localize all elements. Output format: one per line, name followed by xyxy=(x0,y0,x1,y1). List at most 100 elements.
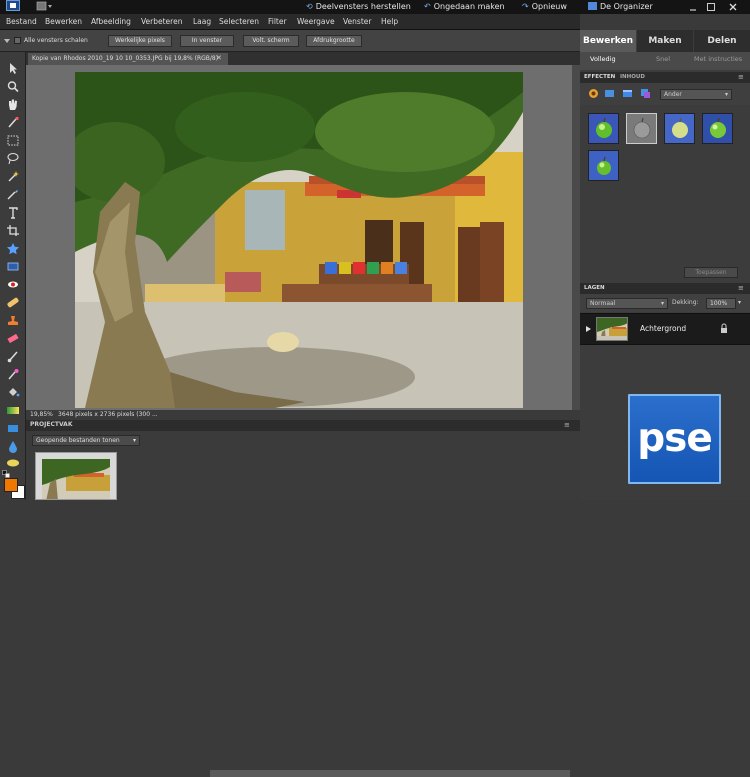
menu-help[interactable]: Help xyxy=(381,17,398,26)
layout-menu-icon[interactable] xyxy=(36,1,54,12)
smart-brush-tool-icon[interactable] xyxy=(6,368,20,381)
reset-panels-button[interactable]: ⟲ Deelvensters herstellen xyxy=(306,2,411,11)
chevron-down-icon: ▾ xyxy=(724,91,728,98)
straighten-tool-icon[interactable] xyxy=(6,260,20,273)
editor-logo-icon xyxy=(6,0,20,11)
foreground-color-swatch[interactable] xyxy=(4,478,18,492)
project-bin-header: PROJECTVAK ≡ xyxy=(26,420,580,431)
sponge-tool-icon[interactable] xyxy=(6,456,20,469)
layers-panel-header: LAGEN ≡ xyxy=(580,283,750,294)
menu-selecteren[interactable]: Selecteren xyxy=(219,17,259,26)
selection-brush-tool-icon[interactable] xyxy=(6,188,20,201)
menu-bar: Bestand Bewerken Afbeelding Verbeteren L… xyxy=(0,14,580,30)
project-bin-thumbnail[interactable] xyxy=(35,452,117,500)
healing-brush-tool-icon[interactable] xyxy=(6,296,20,309)
photo-effects-category-icon[interactable] xyxy=(622,88,633,99)
layers-toolbar: Normaal ▾ Dekking: 100% ▾ xyxy=(580,294,750,312)
eraser-tool-icon[interactable] xyxy=(6,332,20,345)
content-tab[interactable]: INHOUD xyxy=(620,74,645,80)
cookie-cutter-tool-icon[interactable] xyxy=(6,242,20,255)
clone-stamp-tool-icon[interactable] xyxy=(6,314,20,327)
top-bar: ⟲ Deelvensters herstellen ↶ Ongedaan maken… xyxy=(0,0,750,14)
photo-canvas[interactable] xyxy=(75,72,523,408)
organizer-button[interactable]: De Organizer xyxy=(588,2,653,11)
layer-row[interactable]: Achtergrond xyxy=(580,313,750,345)
effect-thumbnail[interactable] xyxy=(664,113,695,144)
minimize-button[interactable] xyxy=(688,2,698,12)
undo-button[interactable]: ↶ Ongedaan maken xyxy=(424,2,505,11)
reset-icon: ⟲ xyxy=(306,2,313,11)
marquee-tool-icon[interactable] xyxy=(6,134,20,147)
actual-pixels-button[interactable]: Werkelijke pixels xyxy=(108,35,172,47)
magic-wand-tool-icon[interactable] xyxy=(6,170,20,183)
paint-bucket-tool-icon[interactable] xyxy=(6,386,20,399)
effect-thumbnail[interactable] xyxy=(626,113,657,144)
move-tool-icon[interactable] xyxy=(6,62,20,75)
menu-laag[interactable]: Laag xyxy=(193,17,211,26)
menu-afbeelding[interactable]: Afbeelding xyxy=(91,17,131,26)
type-tool-icon[interactable] xyxy=(6,206,20,219)
zoom-tool-icon[interactable] xyxy=(6,80,20,93)
hand-tool-icon[interactable] xyxy=(6,98,20,111)
effect-thumbnail[interactable] xyxy=(702,113,733,144)
swatch-reset-icon[interactable] xyxy=(2,470,10,478)
tab-delen[interactable]: Delen xyxy=(694,30,750,52)
photoshop-elements-logo: pse xyxy=(628,394,721,484)
brush-tool-icon[interactable] xyxy=(6,350,20,363)
show-files-dropdown[interactable]: Geopende bestanden tonen ▾ xyxy=(32,435,140,446)
close-button[interactable] xyxy=(728,2,738,12)
fill-screen-button[interactable]: Volt. scherm xyxy=(243,35,299,47)
canvas-horizontal-scrollbar[interactable] xyxy=(210,770,570,777)
menu-verbeteren[interactable]: Verbeteren xyxy=(141,17,182,26)
subtab-snel[interactable]: Snel xyxy=(656,55,670,63)
menu-weergave[interactable]: Weergave xyxy=(297,17,335,26)
redo-button[interactable]: ↷ Opnieuw xyxy=(522,2,567,11)
canvas-vertical-scrollbar[interactable] xyxy=(572,65,580,410)
project-bin-menu-icon[interactable]: ≡ xyxy=(564,421,570,429)
shape-tool-icon[interactable] xyxy=(6,422,20,435)
tab-bewerken[interactable]: Bewerken xyxy=(580,30,636,52)
layer-visibility-icon[interactable] xyxy=(584,324,592,334)
blur-tool-icon[interactable] xyxy=(6,440,20,453)
blend-mode-dropdown[interactable]: Normaal ▾ xyxy=(586,298,668,309)
undo-icon: ↶ xyxy=(424,2,431,11)
menu-filter[interactable]: Filter xyxy=(268,17,287,26)
layers-panel-menu-icon[interactable]: ≡ xyxy=(738,284,744,292)
all-windows-checkbox[interactable] xyxy=(14,37,21,44)
eyedropper-tool-icon[interactable] xyxy=(6,116,20,129)
organizer-icon xyxy=(588,2,597,10)
effects-tab[interactable]: EFFECTEN xyxy=(584,74,615,80)
effects-panel-menu-icon[interactable]: ≡ xyxy=(738,73,744,81)
apply-effect-button[interactable]: Toepassen xyxy=(684,267,738,278)
subtab-volledig[interactable]: Volledig xyxy=(590,55,616,63)
chevron-down-icon[interactable]: ▾ xyxy=(738,299,741,306)
menu-venster[interactable]: Venster xyxy=(343,17,371,26)
maximize-button[interactable] xyxy=(706,2,716,12)
opacity-label: Dekking: xyxy=(672,299,699,306)
zoom-tool-options-icon[interactable] xyxy=(3,37,11,45)
opacity-field[interactable]: 100% xyxy=(706,298,736,309)
document-tab[interactable]: Kopie van Rhodos 2010_19 10 10_0353.JPG … xyxy=(28,53,228,65)
tab-maken[interactable]: Maken xyxy=(637,30,693,52)
all-effects-category-icon[interactable] xyxy=(640,88,651,99)
chevron-down-icon: ▾ xyxy=(132,437,136,444)
crop-tool-icon[interactable] xyxy=(6,224,20,237)
tool-options-bar: Alle vensters schalen Werkelijke pixels … xyxy=(0,30,580,52)
menu-bewerken[interactable]: Bewerken xyxy=(45,17,82,26)
close-tab-icon[interactable]: ✕ xyxy=(216,53,222,64)
gradient-tool-icon[interactable] xyxy=(6,404,20,417)
effects-category-bar: Ander ▾ xyxy=(580,83,750,105)
layer-styles-category-icon[interactable] xyxy=(604,88,615,99)
effect-thumbnail[interactable] xyxy=(588,113,619,144)
effects-filter-dropdown[interactable]: Ander ▾ xyxy=(660,89,732,100)
subtab-met-instructies[interactable]: Met instructies xyxy=(694,55,742,63)
filters-category-icon[interactable] xyxy=(588,88,599,99)
project-bin-title: PROJECTVAK xyxy=(30,421,73,428)
effect-thumbnail[interactable] xyxy=(588,150,619,181)
zoom-level: 19,85% xyxy=(30,411,53,418)
fit-window-button[interactable]: In venster xyxy=(180,35,234,47)
print-size-button[interactable]: Afdrukgrootte xyxy=(306,35,362,47)
red-eye-tool-icon[interactable] xyxy=(6,278,20,291)
lasso-tool-icon[interactable] xyxy=(6,152,20,165)
menu-bestand[interactable]: Bestand xyxy=(6,17,37,26)
